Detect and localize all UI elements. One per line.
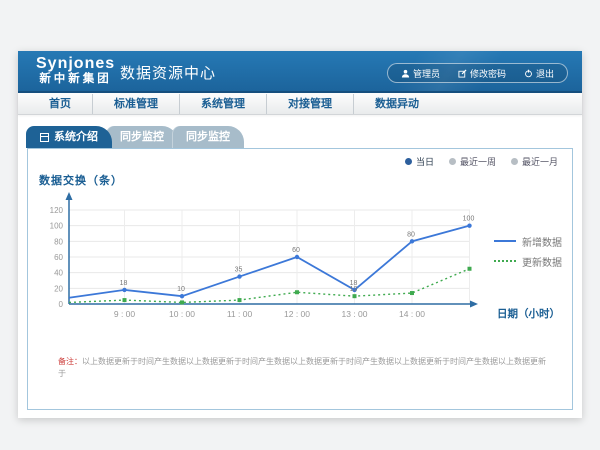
data-point xyxy=(468,267,472,271)
data-point xyxy=(237,274,241,278)
nav-item-interface-mgmt[interactable]: 对接管理 xyxy=(266,94,353,114)
tab-label: 同步监控 xyxy=(186,126,230,148)
data-point xyxy=(180,294,184,298)
radio-dot xyxy=(511,158,518,165)
x-tick-label: 11 : 00 xyxy=(227,309,253,319)
page-title: 数据资源中心 xyxy=(120,51,216,93)
app-window: Synjones 新中新集团 数据资源中心 管理员 修改密码 xyxy=(18,51,582,418)
logo-text-cn: 新中新集团 xyxy=(36,72,115,86)
point-label: 60 xyxy=(292,247,300,254)
legend-item-new-data[interactable]: 新增数据 xyxy=(494,231,562,251)
y-tick-label: 80 xyxy=(54,237,63,246)
point-label: 10 xyxy=(350,286,358,293)
x-axis-title: 日期（小时） xyxy=(497,306,560,321)
tab-bar: 系统介绍 同步监控 同步监控 xyxy=(26,126,582,148)
data-point xyxy=(410,239,414,243)
logo: Synjones 新中新集团 xyxy=(36,55,115,86)
radio-dot xyxy=(449,158,456,165)
y-tick-label: 20 xyxy=(54,284,63,293)
nav-item-system-mgmt[interactable]: 系统管理 xyxy=(179,94,266,114)
footnote-text: 以上数据更新于时间产生数据以上数据更新于时间产生数据以上数据更新于时间产生数据以… xyxy=(58,357,546,378)
x-tick-label: 12 : 00 xyxy=(284,309,310,319)
change-password-button[interactable]: 修改密码 xyxy=(449,65,515,81)
x-tick-label: 9 : 00 xyxy=(114,309,136,319)
data-point xyxy=(295,255,299,259)
chart-panel: 0 20 40 60 80 100 120 9 : 00 10 : 00 11 : 00 12 : … xyxy=(27,148,573,410)
logo-text-en: Synjones xyxy=(36,55,115,72)
radio-label: 最近一周 xyxy=(460,155,496,168)
x-tick-label: 14 : 00 xyxy=(399,309,425,319)
tab-sync-monitor-2[interactable]: 同步监控 xyxy=(172,126,244,148)
point-label: 100 xyxy=(463,216,475,223)
logout-button[interactable]: 退出 xyxy=(515,65,563,81)
tab-system-intro[interactable]: 系统介绍 xyxy=(26,126,112,148)
footnote-label: 备注： xyxy=(58,357,82,366)
window-icon xyxy=(40,133,49,142)
nav-item-home[interactable]: 首页 xyxy=(28,94,92,114)
y-axis-arrow xyxy=(66,192,73,200)
footnote: 备注：以上数据更新于时间产生数据以上数据更新于时间产生数据以上数据更新于时间产生… xyxy=(58,356,548,380)
tab-label: 同步监控 xyxy=(120,126,164,148)
edit-icon xyxy=(458,69,467,78)
x-tick-label: 10 : 00 xyxy=(169,309,195,319)
y-tick-label: 100 xyxy=(50,222,64,231)
y-tick-label: 120 xyxy=(50,206,64,215)
legend-label: 新增数据 xyxy=(522,234,562,249)
y-tick-label: 40 xyxy=(54,269,63,278)
data-point xyxy=(353,294,357,298)
point-label: 35 xyxy=(235,267,243,274)
data-point xyxy=(122,288,126,292)
legend-item-updated-data[interactable]: 更新数据 xyxy=(494,251,562,271)
y-axis-title: 数据交换（条） xyxy=(39,172,123,188)
radio-last-week[interactable]: 最近一周 xyxy=(449,155,496,168)
radio-last-month[interactable]: 最近一月 xyxy=(511,155,558,168)
header-actions: 管理员 修改密码 退出 xyxy=(387,63,568,83)
legend-label: 更新数据 xyxy=(522,254,562,269)
radio-today[interactable]: 当日 xyxy=(405,155,434,168)
radio-label: 最近一月 xyxy=(522,155,558,168)
y-tick-label: 60 xyxy=(54,253,63,262)
chart-legend: 新增数据 更新数据 xyxy=(494,231,562,271)
radio-label: 当日 xyxy=(416,155,434,168)
nav-item-data-change[interactable]: 数据异动 xyxy=(353,94,440,114)
page: Synjones 新中新集团 数据资源中心 管理员 修改密码 xyxy=(0,0,600,450)
y-tick-label: 0 xyxy=(59,300,64,309)
nav-item-standard-mgmt[interactable]: 标准管理 xyxy=(92,94,179,114)
data-point xyxy=(467,223,471,227)
data-point xyxy=(410,291,414,295)
data-point xyxy=(123,298,127,302)
tab-sync-monitor-1[interactable]: 同步监控 xyxy=(106,126,178,148)
radio-dot xyxy=(405,158,412,165)
app-header: Synjones 新中新集团 数据资源中心 管理员 修改密码 xyxy=(18,51,582,93)
data-point xyxy=(295,290,299,294)
green-dotted-swatch xyxy=(494,260,516,262)
main-nav: 首页 标准管理 系统管理 对接管理 数据异动 xyxy=(18,93,582,115)
logout-label: 退出 xyxy=(536,67,554,80)
data-point xyxy=(180,300,184,304)
time-range-filter: 当日 最近一周 最近一月 xyxy=(405,155,558,168)
point-label: 10 xyxy=(177,286,185,293)
user-button[interactable]: 管理员 xyxy=(392,65,449,81)
series-line xyxy=(69,269,470,303)
tab-label: 系统介绍 xyxy=(54,126,98,148)
user-button-label: 管理员 xyxy=(413,67,440,80)
point-label: 80 xyxy=(407,231,415,238)
user-icon xyxy=(401,69,410,78)
x-tick-label: 13 : 00 xyxy=(342,309,368,319)
power-icon xyxy=(524,69,533,78)
point-label: 18 xyxy=(120,280,128,287)
data-point xyxy=(238,298,242,302)
blue-line-swatch xyxy=(494,240,516,242)
change-password-label: 修改密码 xyxy=(470,67,506,80)
x-axis-arrow xyxy=(470,301,478,308)
